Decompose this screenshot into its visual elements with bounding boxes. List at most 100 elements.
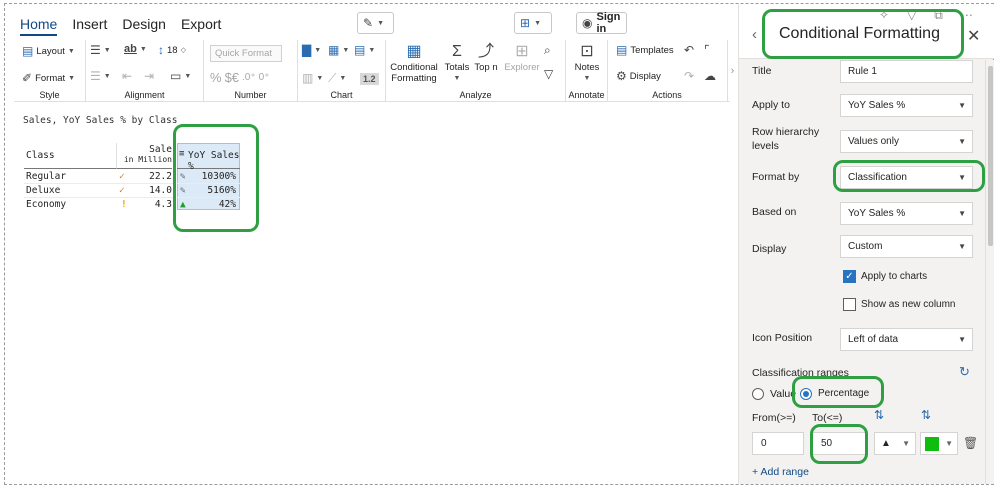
header-sales[interactable]: Sale in Million bbox=[116, 143, 172, 169]
reset-icon[interactable]: ↻ bbox=[959, 364, 970, 380]
table-row[interactable]: Deluxe ✓ 14.0 ✎ 5160% bbox=[24, 184, 240, 198]
icon-select[interactable]: ▲ ▼ bbox=[874, 432, 916, 455]
table-row[interactable]: Economy ! 4.3 ▲ 42% bbox=[24, 198, 240, 212]
sort-from-icon[interactable]: ⇅ bbox=[874, 408, 884, 422]
header-yoy-sales[interactable]: ≡ YoY Sales % bbox=[177, 143, 240, 172]
add-range-link[interactable]: + Add range bbox=[752, 466, 809, 478]
decimal-increase-icon[interactable]: .0⁺ bbox=[242, 72, 256, 83]
percent-icon[interactable]: % bbox=[210, 70, 222, 85]
font-size-stepper[interactable]: ↕ 18 ◇ bbox=[158, 44, 186, 56]
back-icon[interactable]: ‹ bbox=[752, 26, 757, 43]
bar-chart-icon: ▇ bbox=[302, 43, 312, 57]
conditional-formatting-button[interactable]: ▦ Conditional Formatting bbox=[388, 42, 440, 85]
apply-to-select[interactable]: YoY Sales % ▼ bbox=[840, 94, 973, 117]
close-icon[interactable]: ✕ bbox=[967, 26, 980, 46]
expand-button[interactable]: ⌜ bbox=[704, 44, 710, 56]
chevron-down-icon: ▼ bbox=[67, 47, 75, 55]
ribbon-scroll-right-icon[interactable]: › bbox=[727, 40, 737, 102]
apply-to-charts-checkbox[interactable]: ✓ bbox=[843, 270, 856, 283]
stacked-chart-button[interactable]: ▦ ▼ bbox=[328, 44, 349, 56]
icon-position-label: Icon Position bbox=[752, 332, 813, 344]
group-actions: ▤ Templates ⚙ Display ↶ ⌜ ↷ ☁ Actions bbox=[608, 40, 726, 102]
templates-button[interactable]: ▤ Templates bbox=[616, 44, 674, 56]
decimal-decrease-icon[interactable]: 0⁺ bbox=[259, 72, 270, 83]
tab-home[interactable]: Home bbox=[20, 14, 58, 36]
display-button[interactable]: ⚙ Display bbox=[616, 70, 661, 82]
color-select[interactable]: ▼ bbox=[920, 432, 958, 455]
top-n-button[interactable]: ⤴ Top n bbox=[472, 42, 500, 74]
bar-chart-button[interactable]: ▇ ▼ bbox=[302, 44, 321, 56]
group-label-number: Number bbox=[234, 90, 267, 100]
notes-button[interactable]: ⊡ Notes ▼ bbox=[570, 42, 604, 84]
title-label: Title bbox=[752, 65, 772, 77]
scrollbar-thumb[interactable] bbox=[988, 66, 993, 246]
header-class[interactable]: Class bbox=[24, 143, 116, 169]
group-annotate: ⊡ Notes ▼ Annotate bbox=[566, 40, 608, 102]
more-options-icon[interactable]: ⋯ bbox=[961, 8, 973, 23]
group-label-chart: Chart bbox=[330, 90, 353, 100]
show-new-column-checkbox[interactable] bbox=[843, 298, 856, 311]
totals-button[interactable]: Σ Totals ▼ bbox=[444, 42, 470, 84]
based-on-label: Based on bbox=[752, 206, 797, 218]
based-on-select[interactable]: YoY Sales % ▼ bbox=[840, 202, 973, 225]
focus-mode-icon[interactable]: ⧉ bbox=[934, 8, 943, 23]
undo-button[interactable]: ↶ bbox=[684, 44, 694, 56]
from-input[interactable]: 0 bbox=[752, 432, 804, 455]
top-n-icon: ⤴ bbox=[477, 43, 494, 60]
display-select[interactable]: Custom ▼ bbox=[840, 235, 973, 258]
sum-icon: Σ bbox=[452, 43, 462, 60]
tab-design[interactable]: Design bbox=[122, 14, 166, 36]
chevron-down-icon: ▼ bbox=[314, 46, 322, 54]
filter-button[interactable]: ▽ bbox=[544, 68, 553, 80]
data-label-button[interactable]: 1.2 bbox=[360, 73, 379, 85]
explorer-button[interactable]: ⊞ Explorer bbox=[502, 42, 542, 74]
upload-button[interactable]: ☁ bbox=[704, 70, 716, 82]
indent-right-button[interactable]: ⇥ bbox=[144, 70, 154, 82]
tab-export[interactable]: Export bbox=[181, 14, 221, 36]
search-button[interactable]: ⌕ bbox=[544, 44, 551, 56]
number-format-buttons[interactable]: % $€ .0⁺ 0⁺ bbox=[210, 70, 270, 85]
percentage-radio[interactable] bbox=[800, 388, 812, 400]
table-row[interactable]: Regular ✓ 22.2 ✎ 10300% bbox=[24, 170, 240, 184]
delete-icon[interactable]: 🗑 bbox=[963, 436, 978, 450]
layout-button[interactable]: ▤ Layout ▼ bbox=[22, 45, 75, 57]
edit-mode-button[interactable]: ✎ ▼ bbox=[357, 12, 394, 34]
title-input[interactable]: Rule 1 bbox=[840, 60, 973, 83]
align-button[interactable]: ☰ ▼ bbox=[90, 44, 111, 56]
display-label: Display bbox=[752, 243, 787, 255]
redo-button[interactable]: ↷ bbox=[684, 70, 694, 82]
table-chart-button[interactable]: ▤ ▼ bbox=[354, 44, 375, 56]
value-radio-label: Value bbox=[770, 388, 797, 400]
tab-insert[interactable]: Insert bbox=[72, 14, 107, 36]
to-input[interactable]: 50 bbox=[812, 432, 866, 455]
chevron-down-icon: ▼ bbox=[139, 46, 147, 53]
icon-position-select[interactable]: Left of data ▼ bbox=[840, 328, 973, 351]
chevron-down-icon: ▼ bbox=[958, 173, 966, 182]
format-by-select[interactable]: Classification ▼ bbox=[840, 166, 973, 189]
panel-header: ✧ ▽ ⧉ ⋯ ‹ Conditional Formatting ✕ bbox=[739, 4, 994, 59]
chevron-down-icon: ▼ bbox=[958, 209, 966, 218]
panel-scrollbar[interactable] bbox=[985, 60, 994, 484]
sign-in-button[interactable]: ◉ Sign in bbox=[576, 11, 627, 35]
wrap-text-button[interactable]: ab ▼ bbox=[124, 44, 147, 55]
stepper-icon: ◇ bbox=[180, 47, 186, 54]
row-hierarchy-select[interactable]: Values only ▼ bbox=[840, 130, 973, 153]
line-chart-button[interactable]: ⟋ ▼ bbox=[328, 72, 346, 84]
line-chart-icon: ⟋ bbox=[328, 71, 337, 85]
format-button[interactable]: ✐ Format ▼ bbox=[22, 72, 75, 84]
chevron-down-icon: ▼ bbox=[377, 19, 384, 27]
column-chart-button[interactable]: ▥ ▼ bbox=[302, 72, 323, 84]
pin-icon[interactable]: ✧ bbox=[879, 8, 889, 23]
filter-icon[interactable]: ▽ bbox=[907, 8, 916, 23]
value-radio[interactable] bbox=[752, 388, 764, 400]
border-button[interactable]: ▭ ▼ bbox=[170, 70, 191, 82]
indent-button[interactable]: ☰ ▼ bbox=[90, 70, 111, 82]
table-title: Sales, YoY Sales % by Class bbox=[23, 115, 178, 126]
comment-button[interactable]: ⊞ ▼ bbox=[514, 12, 552, 34]
currency-icon[interactable]: $€ bbox=[225, 70, 239, 85]
outdent-button[interactable]: ⇤ bbox=[122, 70, 132, 82]
chevron-down-icon: ▼ bbox=[945, 439, 953, 448]
percentage-radio-label: Percentage bbox=[818, 388, 870, 399]
sort-to-icon[interactable]: ⇅ bbox=[921, 408, 931, 422]
quick-format-select[interactable]: Quick Format bbox=[210, 45, 282, 62]
